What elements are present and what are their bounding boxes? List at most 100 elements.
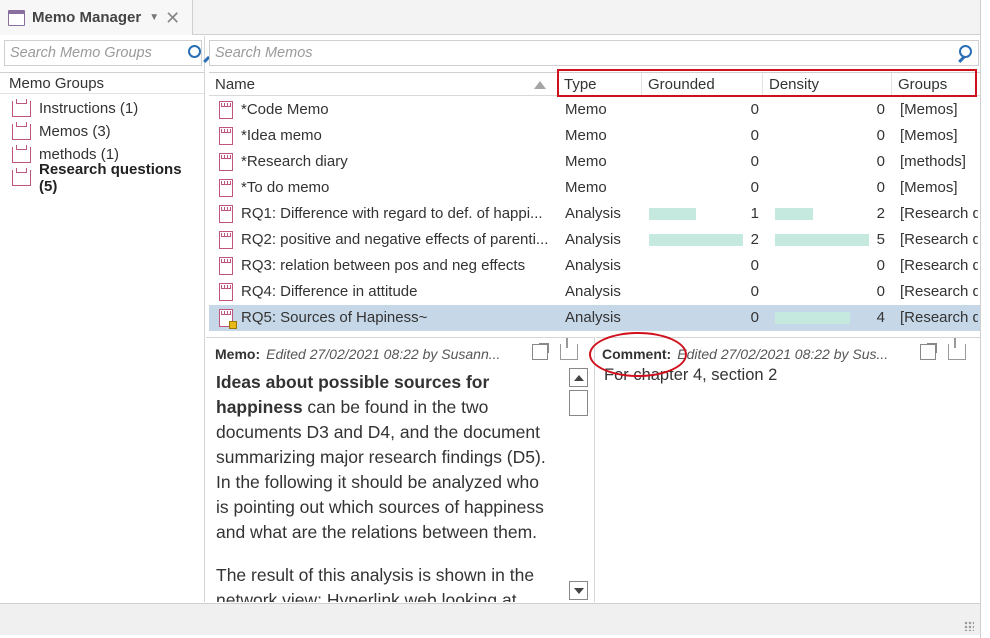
cell-density: 0 — [876, 179, 885, 196]
cell-type: Memo — [565, 153, 607, 170]
highlight-ellipse — [589, 332, 687, 377]
cell-type: Analysis — [565, 257, 621, 274]
column-header-name-label: Name — [215, 76, 256, 93]
memo-pane: Memo: Edited 27/02/2021 08:22 by Susann..… — [206, 337, 595, 602]
cell-groups: [Research q — [900, 283, 978, 300]
scroll-thumb[interactable] — [569, 390, 588, 416]
highlight-rectangle — [557, 69, 977, 97]
table-row[interactable]: RQ3: relation between pos and neg effect… — [209, 253, 980, 279]
memo-icon — [219, 153, 233, 171]
comment-meta: Edited 27/02/2021 08:22 by Sus... — [677, 346, 889, 362]
memo-label: Memo: — [215, 346, 261, 362]
search-memos-input[interactable] — [210, 44, 956, 62]
scroll-down-button[interactable] — [569, 581, 588, 600]
memo-scrollbar[interactable] — [569, 368, 589, 600]
memo-manager-icon — [8, 9, 25, 26]
memo-group-icon — [12, 98, 31, 117]
open-external-icon[interactable] — [532, 343, 549, 360]
cell-groups: [Memos] — [900, 101, 958, 118]
memo-icon — [219, 309, 237, 329]
cell-groups: [Memos] — [900, 127, 958, 144]
cell-grounded: 0 — [750, 283, 759, 300]
tab-memo-manager[interactable]: Memo Manager ▼ ✕ — [0, 0, 193, 35]
search-memo-groups-input[interactable] — [5, 44, 201, 62]
cell-name: *Code Memo — [241, 101, 329, 118]
search-memos-box — [209, 40, 979, 66]
cell-name: RQ1: Difference with regard to def. of h… — [241, 205, 543, 222]
table-row[interactable]: RQ1: Difference with regard to def. of h… — [209, 201, 980, 227]
memo-group-label: Instructions (1) — [39, 100, 139, 117]
cell-type: Analysis — [565, 283, 621, 300]
cell-name: RQ2: positive and negative effects of pa… — [241, 231, 549, 248]
cell-grounded: 1 — [750, 205, 759, 222]
cell-grounded: 2 — [750, 231, 759, 248]
memo-group-item[interactable]: Memos (3) — [0, 120, 204, 143]
cell-density: 0 — [876, 283, 885, 300]
save-icon[interactable] — [948, 338, 966, 360]
memo-group-icon — [12, 167, 31, 186]
memo-icon — [219, 231, 233, 249]
memo-group-item[interactable]: Instructions (1) — [0, 97, 204, 120]
memo-text[interactable]: Ideas about possible sources for happine… — [216, 370, 556, 602]
memo-icon — [219, 101, 233, 119]
window-right-border — [980, 0, 990, 638]
cell-groups: [Research q — [900, 205, 978, 222]
column-header-name[interactable]: Name — [209, 73, 556, 96]
table-row[interactable]: *Research diary Memo 0 0 [methods] — [209, 149, 980, 175]
search-icon[interactable] — [956, 45, 972, 61]
cell-type: Memo — [565, 179, 607, 196]
memo-group-label: Research questions (5) — [39, 160, 182, 195]
memo-pane-tools — [532, 338, 578, 360]
cell-groups: [Research q — [900, 257, 978, 274]
memo-groups-list: Instructions (1) Memos (3) methods (1) Rese… — [0, 97, 204, 195]
cell-grounded: 0 — [750, 101, 759, 118]
open-external-icon[interactable] — [920, 343, 937, 360]
memo-groups-header[interactable]: Memo Groups — [0, 72, 204, 94]
table-row[interactable]: RQ2: positive and negative effects of pa… — [209, 227, 980, 253]
memo-icon — [219, 283, 233, 301]
cell-density: 4 — [876, 309, 885, 326]
memo-groups-panel: Memo Groups Instructions (1)Memos (3)met… — [0, 36, 205, 602]
scroll-up-button[interactable] — [569, 368, 588, 387]
table-row[interactable]: *Idea memo Memo 0 0 [Memos] — [209, 123, 980, 149]
table-row[interactable]: RQ5: Sources of Hapiness~ Analysis 0 4 [Rese… — [209, 305, 980, 331]
memo-group-item[interactable]: Research questions (5) — [0, 161, 204, 195]
cell-groups: [methods] — [900, 153, 966, 170]
table-row[interactable]: *To do memo Memo 0 0 [Memos] — [209, 175, 980, 201]
cell-name: RQ5: Sources of Hapiness~ — [241, 309, 428, 326]
cell-grounded: 0 — [750, 309, 759, 326]
tab-title: Memo Manager — [32, 9, 142, 26]
memo-group-label: Memos (3) — [39, 123, 111, 140]
cell-grounded: 0 — [750, 257, 759, 274]
comment-badge-icon — [229, 321, 237, 329]
cell-type: Analysis — [565, 231, 621, 248]
memo-icon — [219, 127, 233, 145]
cell-name: *To do memo — [241, 179, 330, 196]
status-bar — [0, 603, 980, 635]
memo-meta: Edited 27/02/2021 08:22 by Susann... — [266, 346, 501, 362]
memo-icon — [219, 205, 233, 223]
cell-type: Memo — [565, 101, 607, 118]
memo-text-paragraph-2: The result of this analysis is shown in … — [216, 565, 535, 602]
cell-name: *Idea memo — [241, 127, 322, 144]
table-row[interactable]: RQ4: Difference in attitude Analysis 0 0 [Re… — [209, 279, 980, 305]
close-icon[interactable]: ✕ — [165, 9, 180, 27]
memo-icon — [219, 257, 233, 275]
cell-groups: [Research q — [900, 309, 978, 326]
cell-density: 0 — [876, 101, 885, 118]
search-memo-groups-box — [4, 40, 202, 66]
cell-type: Analysis — [565, 309, 621, 326]
table-row[interactable]: *Code Memo Memo 0 0 [Memos] — [209, 97, 980, 123]
sort-ascending-icon — [534, 81, 546, 89]
resize-grip-icon[interactable] — [964, 621, 974, 631]
cell-groups: [Research q — [900, 231, 978, 248]
save-icon[interactable] — [560, 338, 578, 360]
cell-groups: [Memos] — [900, 179, 958, 196]
memo-pane-header: Memo: Edited 27/02/2021 08:22 by Susann..… — [215, 346, 500, 362]
chevron-down-icon[interactable]: ▼ — [149, 12, 159, 23]
memo-text-rest: can be found in the two documents D3 and… — [216, 397, 546, 542]
cell-type: Analysis — [565, 205, 621, 222]
cell-type: Memo — [565, 127, 607, 144]
memo-group-icon — [12, 144, 31, 163]
cell-grounded: 0 — [750, 153, 759, 170]
